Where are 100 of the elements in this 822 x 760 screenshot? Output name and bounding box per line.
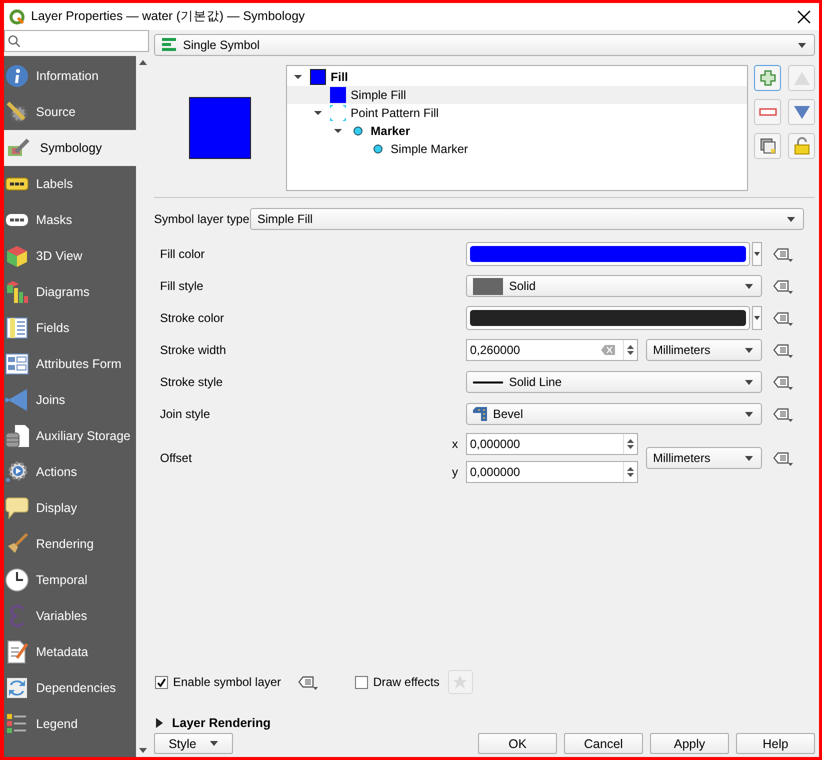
checkbox[interactable]	[355, 676, 368, 688]
funnel-icon	[5, 388, 29, 412]
property-label: Stroke color	[160, 311, 226, 325]
sidebar-item[interactable]: Fields	[4, 310, 136, 346]
sidebar-item[interactable]: Actions	[4, 454, 136, 490]
tree-item[interactable]: Fill	[286, 68, 747, 86]
plus-icon	[760, 70, 776, 86]
sidebar-item[interactable]: Labels	[4, 166, 136, 202]
sidebar-item[interactable]: Attributes Form	[4, 346, 136, 382]
bar-chart-icon	[5, 280, 29, 304]
expand-arrow-icon[interactable]	[334, 127, 342, 135]
sidebar-item[interactable]: Diagrams	[4, 274, 136, 310]
style-button[interactable]: Style	[154, 733, 233, 754]
stacked-squares-icon	[760, 138, 776, 154]
cube-icon	[5, 244, 29, 268]
point-pattern-icon	[330, 105, 346, 121]
sidebar-item[interactable]: Symbology	[4, 130, 136, 166]
spin-arrows-icon[interactable]	[627, 466, 634, 478]
speech-bubble-icon	[5, 496, 29, 520]
property-label: Fill style	[160, 279, 204, 293]
sidebar-item[interactable]: Joins	[4, 382, 136, 418]
tree-item[interactable]: Point Pattern Fill	[286, 104, 747, 122]
fill-swatch-icon	[330, 87, 346, 103]
tree-item[interactable]: Simple Marker	[286, 140, 747, 158]
dialog-button[interactable]: OK	[478, 733, 557, 754]
number-field[interactable]: 0,000000	[466, 433, 638, 455]
sidebar-item[interactable]: Variables	[4, 598, 136, 634]
search-icon	[8, 35, 20, 47]
property-label: Join style	[160, 407, 212, 421]
sidebar-item[interactable]: Dependencies	[4, 670, 136, 706]
dialog-button[interactable]: Cancel	[564, 733, 643, 754]
dialog-button[interactable]: Help	[736, 733, 815, 754]
padlock-icon	[794, 137, 810, 155]
caret-icon	[745, 284, 753, 288]
caret-icon	[210, 741, 218, 746]
axis-label: x	[452, 437, 459, 451]
search-field[interactable]	[4, 30, 149, 52]
duplicate-layer-button[interactable]	[754, 133, 781, 159]
add-layer-button[interactable]	[754, 65, 781, 91]
tree-item[interactable]: Simple Fill	[286, 86, 747, 104]
remove-layer-button[interactable]	[754, 99, 781, 125]
table-columns-icon	[5, 316, 29, 340]
enable-layer-checkbox[interactable]: Enable symbol layer	[155, 675, 282, 689]
bevel-join-icon	[473, 407, 487, 421]
lock-button[interactable]	[788, 133, 815, 159]
color-button[interactable]	[466, 242, 750, 266]
sidebar-item[interactable]: 3D View	[4, 238, 136, 274]
stacked-bars-icon	[161, 37, 177, 53]
sidebar-item[interactable]: Masks	[4, 202, 136, 238]
caret-icon	[798, 42, 806, 48]
minus-icon	[758, 108, 776, 116]
move-down-button[interactable]	[788, 99, 815, 125]
color-menu-button[interactable]	[752, 242, 762, 266]
color-menu-button[interactable]	[752, 306, 762, 330]
field-label: Symbol layer type	[154, 212, 250, 226]
sidebar-item[interactable]: Metadata	[4, 634, 136, 670]
color-button[interactable]	[466, 306, 750, 330]
property-label: Stroke width	[160, 343, 228, 357]
layer-type-dropdown[interactable]: Simple Fill	[250, 208, 804, 230]
gear-play-icon	[5, 460, 29, 484]
scroll-down-icon[interactable]	[139, 748, 147, 753]
fill-style-dropdown[interactable]: Solid	[466, 275, 762, 297]
sidebar-item[interactable]: Rendering	[4, 526, 136, 562]
sidebar-item[interactable]: Auxiliary Storage	[4, 418, 136, 454]
caret-icon	[745, 348, 753, 352]
fill-swatch-icon	[473, 278, 503, 294]
scroll-up-icon[interactable]	[139, 60, 147, 65]
app-logo-icon	[9, 8, 25, 24]
sidebar-item[interactable]: Information	[4, 58, 136, 94]
fill-swatch-icon	[310, 69, 326, 85]
axis-label: y	[452, 465, 459, 479]
sidebar-item[interactable]: Source	[4, 94, 136, 130]
number-field[interactable]: 0,000000	[466, 461, 638, 483]
checkbox[interactable]	[155, 676, 168, 688]
property-label: Offset	[160, 451, 193, 465]
unit-dropdown[interactable]: Millimeters	[646, 339, 762, 361]
renderer-dropdown[interactable]: Single Symbol	[154, 34, 815, 56]
close-icon[interactable]	[797, 10, 811, 24]
legend-list-icon	[5, 712, 29, 736]
sidebar-item[interactable]: Display	[4, 490, 136, 526]
tree-item[interactable]: Marker	[286, 122, 747, 140]
expand-arrow-icon[interactable]	[314, 109, 322, 117]
section-header[interactable]: Layer Rendering	[154, 713, 815, 733]
caret-icon	[745, 380, 753, 384]
checkmark-icon	[157, 678, 166, 686]
unit-dropdown[interactable]: Millimeters	[646, 447, 762, 469]
sidebar-item[interactable]: Temporal	[4, 562, 136, 598]
sidebar-item[interactable]: Legend	[4, 706, 136, 742]
line-style-dropdown[interactable]: Solid Line	[466, 371, 762, 393]
caret-icon	[754, 252, 760, 256]
draw-effects-checkbox[interactable]: Draw effects	[355, 675, 440, 689]
spin-arrows-icon[interactable]	[627, 344, 634, 356]
join-style-dropdown[interactable]: Bevel	[466, 403, 762, 425]
number-field[interactable]: 0,260000	[466, 339, 638, 361]
down-triangle-icon	[794, 106, 810, 118]
expand-arrow-icon[interactable]	[294, 73, 302, 81]
property-label: Fill color	[160, 247, 206, 261]
dialog-button[interactable]: Apply	[650, 733, 729, 754]
spin-arrows-icon[interactable]	[627, 438, 634, 450]
up-triangle-icon	[794, 72, 810, 84]
